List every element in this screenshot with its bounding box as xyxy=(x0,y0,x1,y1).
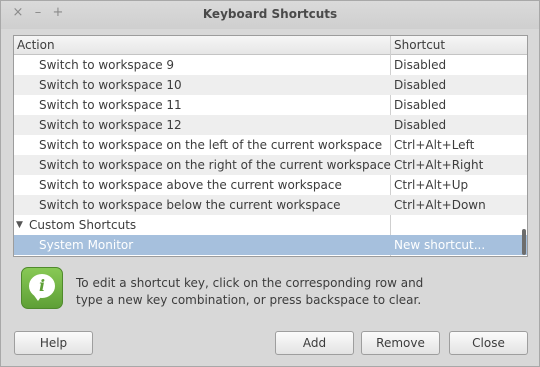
info-message: To edit a shortcut key, click on the cor… xyxy=(76,275,516,309)
table-row[interactable]: Switch to workspace 10 Disabled xyxy=(14,75,527,95)
info-glyph: i xyxy=(38,276,46,295)
column-header-shortcut[interactable]: Shortcut xyxy=(394,38,445,52)
row-action: Switch to workspace below the current wo… xyxy=(39,198,341,212)
row-action: Switch to workspace 12 xyxy=(39,118,182,132)
shortcuts-table: Action Shortcut Switch to workspace 9 Di… xyxy=(13,35,528,257)
table-row[interactable]: Switch to workspace above the current wo… xyxy=(14,175,527,195)
table-row[interactable]: Switch to workspace on the right of the … xyxy=(14,155,527,175)
table-row[interactable]: Switch to workspace 12 Disabled xyxy=(14,115,527,135)
info-message-line-1: To edit a shortcut key, click on the cor… xyxy=(76,276,424,290)
row-shortcut: Ctrl+Alt+Right xyxy=(394,158,484,172)
row-action: Switch to workspace 9 xyxy=(39,58,175,72)
table-header: Action Shortcut xyxy=(14,36,527,55)
row-shortcut: Ctrl+Alt+Up xyxy=(394,178,469,192)
row-shortcut: Ctrl+Alt+Left xyxy=(394,138,475,152)
keyboard-shortcuts-window: × – + Keyboard Shortcuts Action Shortcut… xyxy=(0,0,540,367)
window-title: Keyboard Shortcuts xyxy=(202,7,338,21)
add-button[interactable]: Add xyxy=(275,331,354,355)
table-rows: Switch to workspace 9 Disabled Switch to… xyxy=(14,55,527,255)
row-shortcut: Disabled xyxy=(394,58,447,72)
remove-button[interactable]: Remove xyxy=(361,331,440,355)
scrollbar-thumb[interactable] xyxy=(522,229,526,255)
row-action: Switch to workspace above the current wo… xyxy=(39,178,342,192)
row-shortcut[interactable]: New shortcut... xyxy=(394,235,485,255)
row-action: Switch to workspace on the right of the … xyxy=(39,158,391,172)
row-action: Switch to workspace 10 xyxy=(39,78,182,92)
table-row[interactable]: Switch to workspace 9 Disabled xyxy=(14,55,527,75)
info-message-line-2: type a new key combination, or press bac… xyxy=(76,293,422,307)
table-row[interactable]: Switch to workspace below the current wo… xyxy=(14,195,527,215)
row-shortcut: Disabled xyxy=(394,78,447,92)
table-row[interactable]: Switch to workspace 11 Disabled xyxy=(14,95,527,115)
column-header-action[interactable]: Action xyxy=(17,38,55,52)
table-row-selected[interactable]: System Monitor New shortcut... xyxy=(14,235,527,255)
row-action: System Monitor xyxy=(39,238,134,252)
row-shortcut: Disabled xyxy=(394,98,447,112)
bubble-tail xyxy=(33,294,43,301)
help-button[interactable]: Help xyxy=(14,331,93,355)
expander-arrow-icon[interactable]: ▼ xyxy=(16,215,23,235)
row-action: Switch to workspace 11 xyxy=(39,98,182,112)
title-bar: × – + Keyboard Shortcuts xyxy=(1,1,539,29)
row-shortcut: Ctrl+Alt+Down xyxy=(394,198,486,212)
row-action: Switch to workspace on the left of the c… xyxy=(39,138,383,152)
group-row-custom-shortcuts[interactable]: ▼ Custom Shortcuts xyxy=(14,215,527,235)
row-shortcut: Disabled xyxy=(394,118,447,132)
info-icon: i xyxy=(21,267,63,309)
group-label: Custom Shortcuts xyxy=(29,218,137,232)
table-row[interactable]: Switch to workspace on the left of the c… xyxy=(14,135,527,155)
close-button[interactable]: Close xyxy=(449,331,528,355)
